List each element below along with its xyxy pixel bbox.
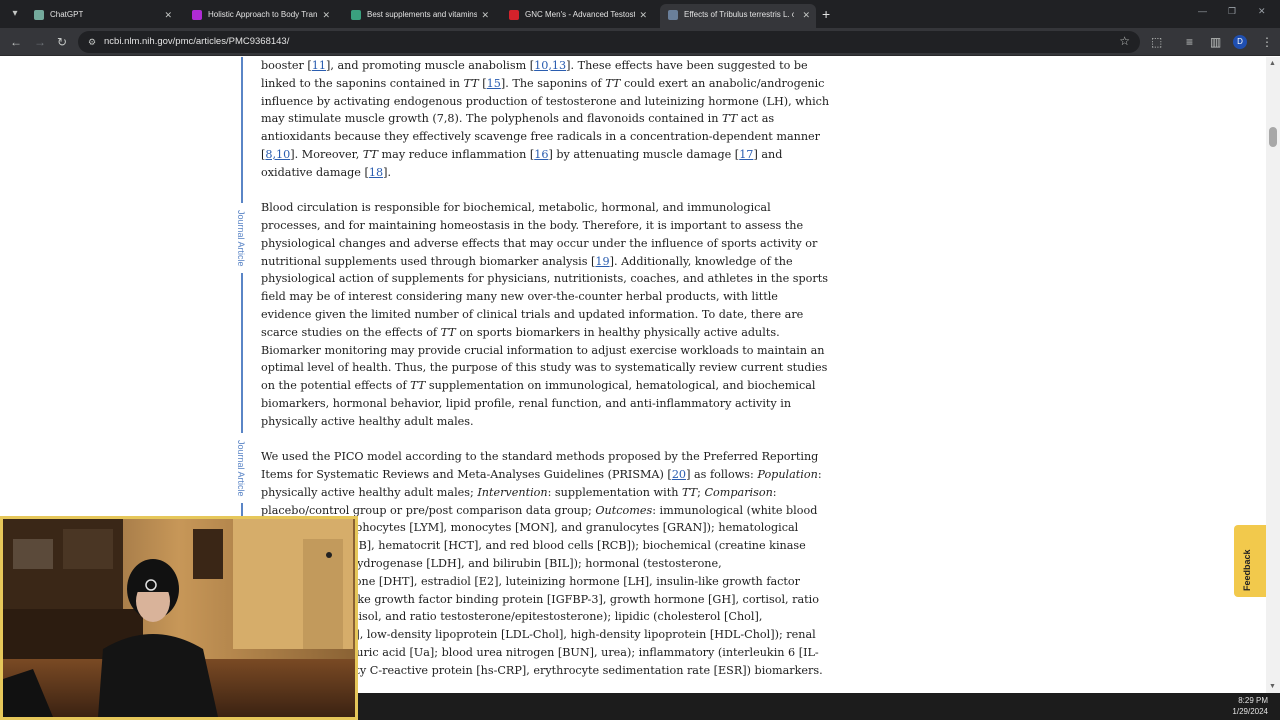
- citation-link[interactable]: 8,10: [265, 148, 290, 161]
- reload-icon[interactable]: ↻: [57, 34, 67, 50]
- italic-term: Outcomes: [595, 503, 653, 517]
- tab-label: ChatGPT: [50, 10, 84, 19]
- scroll-up-icon[interactable]: ▲: [1269, 60, 1276, 67]
- paragraph-text: may reduce inflammation [: [377, 147, 535, 161]
- gnc-favicon-icon: [509, 10, 519, 20]
- citation-link[interactable]: 20: [672, 468, 686, 481]
- tab-label: GNC Men's - Advanced Testoste: [525, 10, 635, 19]
- feedback-label: Feedback: [1242, 549, 1252, 591]
- tab-best-supplements[interactable]: Best supplements and vitamins ✕: [343, 4, 495, 26]
- webcam-overlay: [0, 516, 358, 720]
- close-tab-icon[interactable]: ✕: [164, 4, 172, 26]
- tab-label: Effects of Tribulus terrestris L. o: [684, 10, 794, 19]
- tab-search-icon[interactable]: ▾: [6, 5, 24, 23]
- tab-label: Best supplements and vitamins: [367, 10, 477, 19]
- italic-term: TT: [362, 147, 378, 161]
- scroll-thumb[interactable]: [1269, 127, 1277, 147]
- page-scrollbar[interactable]: ▲ ▼: [1266, 57, 1280, 693]
- citation-link[interactable]: 15: [487, 77, 501, 90]
- feedback-button[interactable]: Feedback: [1234, 525, 1266, 597]
- journal-article-label: Journal Article: [231, 203, 251, 273]
- clock-date: 1/29/2024: [1232, 707, 1268, 716]
- tab-gnc[interactable]: GNC Men's - Advanced Testoste ✕: [501, 4, 653, 26]
- article-paragraph: Blood circulation is responsible for bio…: [261, 199, 831, 430]
- close-tab-icon[interactable]: ✕: [322, 4, 330, 26]
- paragraph-text: ] by attenuating muscle damage [: [548, 147, 740, 161]
- tab-holistic-approach[interactable]: Holistic Approach to Body Tran ✕: [184, 4, 336, 26]
- italic-term: TT: [681, 485, 698, 499]
- paragraph-text: ].: [383, 165, 392, 179]
- profile-avatar[interactable]: D: [1233, 35, 1247, 49]
- extensions-icon[interactable]: ⬚: [1151, 34, 1162, 50]
- citation-link[interactable]: 18: [369, 166, 383, 179]
- citation-link[interactable]: 10,13: [534, 59, 566, 72]
- paragraph-text: ] as follows:: [686, 467, 758, 481]
- italic-term: Comparison: [704, 485, 773, 499]
- more-menu-icon[interactable]: ⋮: [1261, 34, 1273, 50]
- back-icon[interactable]: ←: [10, 34, 22, 50]
- new-tab-plus-icon[interactable]: +: [822, 4, 830, 24]
- citation-link[interactable]: 17: [739, 148, 753, 161]
- paragraph-text: ]. The saponins of: [500, 76, 606, 90]
- italic-term: TT: [440, 325, 456, 339]
- chatgpt-favicon-icon: [34, 10, 44, 20]
- tab-strip: ▾ ChatGPT ✕ Holistic Approach to Body Tr…: [0, 0, 1280, 28]
- close-tab-icon[interactable]: ✕: [639, 4, 647, 26]
- journal-article-label: Journal Article: [231, 433, 251, 503]
- tab-label: Holistic Approach to Body Tran: [208, 10, 318, 19]
- close-tab-icon[interactable]: ✕: [802, 4, 810, 26]
- media-controls-icon[interactable]: ≡: [1186, 34, 1193, 50]
- article-paragraph: booster [11], and promoting muscle anabo…: [261, 57, 831, 182]
- scroll-down-icon[interactable]: ▼: [1269, 683, 1276, 690]
- webcam-feed-image: [3, 519, 355, 717]
- system-clock[interactable]: 8:29 PM 1/29/2024: [1232, 695, 1268, 717]
- bookmark-star-icon[interactable]: ☆: [1119, 34, 1130, 48]
- site-favicon-icon: [351, 10, 361, 20]
- tab-effects-tribulus[interactable]: Effects of Tribulus terrestris L. o ✕: [660, 4, 816, 28]
- italic-term: TT: [410, 379, 426, 393]
- close-window-icon[interactable]: ✕: [1258, 6, 1266, 17]
- italic-term: TT: [722, 112, 738, 126]
- document-favicon-icon: [668, 10, 678, 20]
- citation-link[interactable]: 16: [534, 148, 548, 161]
- paragraph-text: : supplementation with: [547, 485, 682, 499]
- site-favicon-icon: [192, 10, 202, 20]
- maximize-icon[interactable]: ❐: [1228, 6, 1236, 17]
- italic-term: TT: [463, 76, 479, 90]
- address-bar[interactable]: ⚙ ncbi.nlm.nih.gov/pmc/articles/PMC93681…: [78, 31, 1140, 53]
- citation-link[interactable]: 11: [312, 59, 326, 72]
- tab-chatgpt[interactable]: ChatGPT ✕: [26, 4, 178, 26]
- side-panel-icon[interactable]: ▥: [1210, 34, 1221, 50]
- italic-term: TT: [605, 76, 621, 90]
- browser-toolbar: ← → ↻ ⚙ ncbi.nlm.nih.gov/pmc/articles/PM…: [0, 28, 1280, 56]
- minimize-icon[interactable]: —: [1198, 6, 1207, 16]
- paragraph-text: ], and promoting muscle anabolism [: [326, 59, 535, 72]
- paragraph-text: [: [478, 76, 487, 90]
- site-info-icon[interactable]: ⚙: [88, 36, 100, 48]
- paragraph-text: ]. Moreover,: [290, 147, 363, 161]
- italic-term: Population: [757, 467, 818, 481]
- italic-term: Intervention: [477, 485, 548, 499]
- forward-icon[interactable]: →: [34, 34, 46, 50]
- url-text: ncbi.nlm.nih.gov/pmc/articles/PMC9368143…: [104, 36, 290, 47]
- close-tab-icon[interactable]: ✕: [481, 4, 489, 26]
- clock-time: 8:29 PM: [1238, 696, 1268, 705]
- paragraph-text: booster [: [261, 59, 312, 72]
- citation-link[interactable]: 19: [595, 255, 609, 268]
